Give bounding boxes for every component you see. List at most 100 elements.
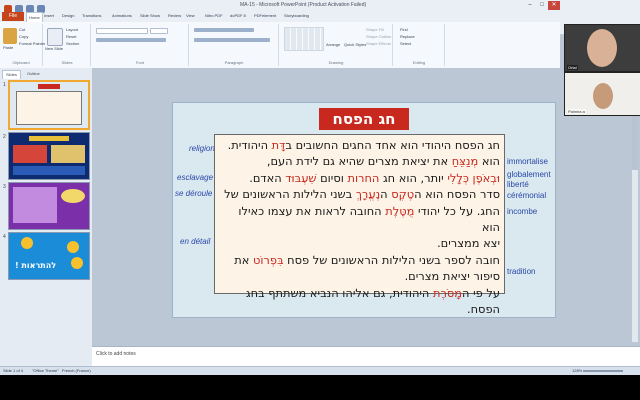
font-group: Font <box>92 24 189 66</box>
status-bar: Slide 1 of 4 "Office Theme" French (Fran… <box>0 366 640 375</box>
highlighted-word: וּבְאֹפֶן כְּלָלִי <box>447 170 500 185</box>
tab-nitro-pdf[interactable]: Nitro PDF <box>205 13 223 18</box>
slide-canvas[interactable]: חג הפסח religion esclavage se déroule en… <box>172 102 556 318</box>
zoom-level[interactable]: 128% <box>572 368 582 373</box>
slide-thumbnail-4[interactable]: להתראות ! <box>8 232 90 280</box>
gloss-incombe: incombe <box>507 207 538 216</box>
paragraph-group: Paragraph <box>190 24 279 66</box>
highlighted-word: מְנַצֵּחַ <box>451 154 479 169</box>
scrollbar-thumb[interactable] <box>632 110 638 170</box>
slide-title[interactable]: חג הפסח <box>319 108 409 130</box>
thumbnail-image <box>51 145 85 163</box>
font-format-buttons[interactable] <box>96 38 166 42</box>
text-segment: את יציאת מצרים שהיא גם לידת העם, <box>266 154 452 169</box>
quick-styles-button[interactable]: Quick Styles <box>344 42 366 47</box>
tab-outline[interactable]: Outline <box>24 70 43 78</box>
format-painter-button[interactable]: Format Painter <box>19 41 45 46</box>
tab-animations[interactable]: Animations <box>112 13 132 18</box>
tab-pdfelement[interactable]: PDFelement <box>254 13 276 18</box>
font-group-label: Font <box>135 60 144 65</box>
participant-video <box>593 83 613 109</box>
tab-slides[interactable]: Slides <box>2 70 21 79</box>
zoom-slider[interactable] <box>583 370 623 372</box>
new-slide-icon[interactable] <box>47 28 63 46</box>
text-segment: האדם. <box>249 170 286 185</box>
smiley-icon <box>67 241 79 253</box>
slide-text-line: הוא מְנַצֵּחַ את יציאת מצרים שהיא גם ליד… <box>219 153 500 169</box>
reset-button[interactable]: Reset <box>66 34 76 39</box>
paste-button[interactable]: Paste <box>3 45 13 50</box>
tab-insert[interactable]: Insert <box>44 13 54 18</box>
slide-text-line: על פי המָסֹרֶת היהודית, גם אליהו הנביא מ… <box>219 285 500 301</box>
replace-button[interactable]: Replace <box>400 34 415 39</box>
slide-text-line: סיפור יציאת מצרים. <box>219 268 500 284</box>
tab-design[interactable]: Design <box>62 13 74 18</box>
text-segment: יצא ממצרים. <box>437 236 500 251</box>
arrange-button[interactable]: Arrange <box>326 42 340 47</box>
tab-home[interactable]: Home <box>26 12 43 22</box>
text-segment: יותר, הוא חג <box>379 170 448 185</box>
paste-icon[interactable] <box>3 28 17 44</box>
copy-button[interactable]: Copy <box>19 34 28 39</box>
tab-review[interactable]: Review <box>168 13 181 18</box>
text-segment: היהודית, גם אליהו הנביא משתתף בחג <box>245 285 433 300</box>
notes-pane[interactable]: Click to add notes <box>92 346 640 367</box>
find-button[interactable]: Find <box>400 27 408 32</box>
slide-thumbnail-2[interactable] <box>8 132 90 180</box>
shape-outline-button[interactable]: Shape Outline <box>366 34 391 39</box>
shape-fill-button[interactable]: Shape Fill <box>366 27 384 32</box>
layout-button[interactable]: Layout <box>66 27 78 32</box>
participant-name: Ortal <box>567 65 578 70</box>
thumbnail-number: 2 <box>3 134 6 140</box>
tab-storyboarding[interactable]: Storyboarding <box>284 13 309 18</box>
slide-thumbnail-1[interactable] <box>8 80 90 130</box>
language-indicator[interactable]: French (France) <box>62 368 91 373</box>
slide-text-line: סדר הפסח הוא הטֶקֶס הנֶעֱרָךְ בשני הלילו… <box>219 186 500 202</box>
editing-group: Find Replace Select Editing <box>394 24 445 66</box>
video-tile[interactable]: Ortal <box>564 24 640 72</box>
gloss-ceremonial: cérémonial <box>507 191 547 200</box>
window-title: MA-15 - Microsoft PowerPoint (Product Ac… <box>240 2 367 8</box>
drawing-group: Arrange Quick Styles Shape Fill Shape Ou… <box>280 24 393 66</box>
gloss-en-detail: en détail <box>180 237 211 246</box>
minimize-button[interactable]: – <box>524 1 536 10</box>
vertical-scrollbar[interactable] <box>632 110 638 342</box>
tab-slide-show[interactable]: Slide Show <box>140 13 160 18</box>
font-name-dropdown[interactable] <box>96 28 148 34</box>
participant-video <box>587 29 617 67</box>
alignment-buttons[interactable] <box>194 38 270 42</box>
video-tile[interactable]: Palmira a <box>564 72 640 116</box>
thumbnail-number: 1 <box>3 82 6 88</box>
slide-text-box[interactable]: חג הפסח היהודי הוא אחד החגים החשובים בדָ… <box>214 134 505 316</box>
list-buttons[interactable] <box>194 28 254 32</box>
highlighted-word: שִׁעְבּוּד <box>285 170 317 185</box>
panel-tabs: Slides Outline <box>2 70 88 79</box>
select-button[interactable]: Select <box>400 41 411 46</box>
close-button[interactable]: ✕ <box>548 1 560 10</box>
slide-thumbnail-3[interactable] <box>8 182 90 230</box>
tab-dopdf[interactable]: doPDF 8 <box>230 13 246 18</box>
cut-button[interactable]: Cut <box>19 27 25 32</box>
thumbnail-image <box>61 189 85 203</box>
new-slide-button[interactable]: New Slide <box>45 46 63 51</box>
shapes-gallery[interactable] <box>284 27 324 51</box>
tab-view[interactable]: View <box>186 13 195 18</box>
slides-group: New Slide Layout Reset Section Slides <box>44 24 91 66</box>
maximize-button[interactable]: □ <box>536 1 548 10</box>
shape-effects-button[interactable]: Shape Effects <box>366 41 391 46</box>
thumbnail-textbox <box>16 91 82 125</box>
slide-counter: Slide 1 of 4 <box>3 368 24 373</box>
tab-transitions[interactable]: Transitions <box>82 13 101 18</box>
window-controls: – □ ✕ <box>524 1 560 10</box>
text-segment: על פי ה <box>462 285 500 300</box>
theme-name: "Office Theme" <box>32 368 59 373</box>
thumbnail-image <box>13 166 85 175</box>
slide-text-line: חג הפסח היהודי הוא אחד החגים החשובים בדָ… <box>219 137 500 153</box>
highlighted-word: מֻטֶּלֶת <box>385 203 415 218</box>
tab-file[interactable]: File <box>2 12 24 21</box>
font-size-dropdown[interactable] <box>150 28 168 34</box>
highlighted-word: דָּת <box>271 138 286 152</box>
thumbnail-textbox <box>13 187 57 223</box>
section-button[interactable]: Section <box>66 41 79 46</box>
slides-group-label: Slides <box>61 60 73 65</box>
